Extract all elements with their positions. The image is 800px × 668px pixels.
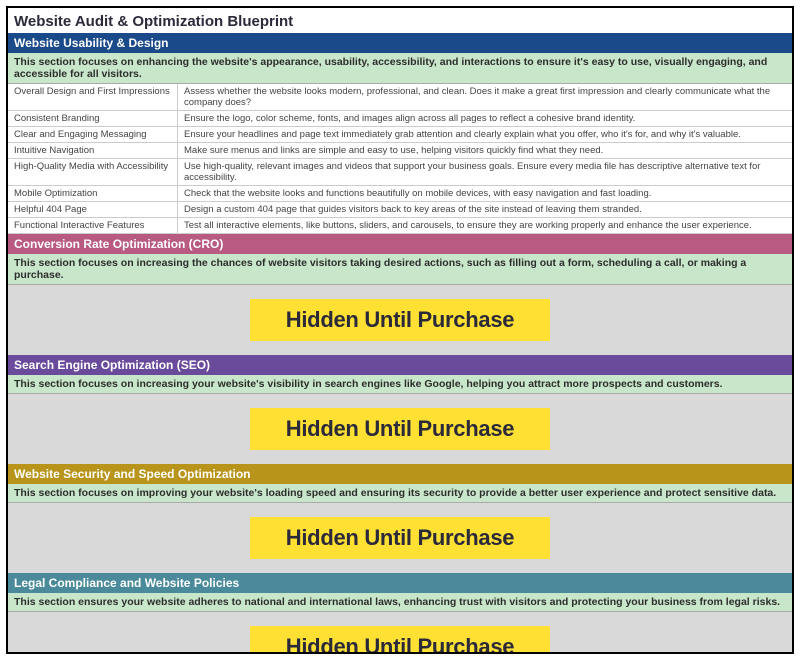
hidden-badge: Hidden Until Purchase — [250, 408, 550, 450]
section-header: Website Usability & Design — [8, 33, 792, 53]
hidden-badge: Hidden Until Purchase — [250, 626, 550, 654]
section-description: This section focuses on improving your w… — [8, 484, 792, 503]
table-row: Mobile Optimization Check that the websi… — [8, 186, 792, 202]
row-label: High-Quality Media with Accessibility — [8, 159, 178, 185]
page-title: Website Audit & Optimization Blueprint — [8, 8, 792, 33]
row-label: Clear and Engaging Messaging — [8, 127, 178, 142]
table-row: Clear and Engaging Messaging Ensure your… — [8, 127, 792, 143]
section-description: This section ensures your website adhere… — [8, 593, 792, 612]
document-page: Website Audit & Optimization Blueprint W… — [6, 6, 794, 654]
table-row: High-Quality Media with Accessibility Us… — [8, 159, 792, 186]
section-header: Website Security and Speed Optimization — [8, 464, 792, 484]
hidden-content-area: Hidden Until Purchase — [8, 503, 792, 573]
section-security-speed: Website Security and Speed Optimization … — [8, 464, 792, 573]
section-cro: Conversion Rate Optimization (CRO) This … — [8, 234, 792, 355]
section-usability: Website Usability & Design This section … — [8, 33, 792, 234]
row-label: Overall Design and First Impressions — [8, 84, 178, 110]
row-value: Design a custom 404 page that guides vis… — [178, 202, 792, 217]
hidden-badge: Hidden Until Purchase — [250, 299, 550, 341]
table-row: Consistent Branding Ensure the logo, col… — [8, 111, 792, 127]
row-value: Ensure your headlines and page text imme… — [178, 127, 792, 142]
table-row: Intuitive Navigation Make sure menus and… — [8, 143, 792, 159]
row-value: Make sure menus and links are simple and… — [178, 143, 792, 158]
hidden-content-area: Hidden Until Purchase — [8, 394, 792, 464]
section-description: This section focuses on enhancing the we… — [8, 53, 792, 84]
row-value: Test all interactive elements, like butt… — [178, 218, 792, 233]
row-label: Consistent Branding — [8, 111, 178, 126]
table-row: Overall Design and First Impressions Ass… — [8, 84, 792, 111]
hidden-content-area: Hidden Until Purchase — [8, 612, 792, 654]
row-label: Helpful 404 Page — [8, 202, 178, 217]
hidden-badge: Hidden Until Purchase — [250, 517, 550, 559]
section-rows: Overall Design and First Impressions Ass… — [8, 84, 792, 234]
section-header: Legal Compliance and Website Policies — [8, 573, 792, 593]
table-row: Helpful 404 Page Design a custom 404 pag… — [8, 202, 792, 218]
section-description: This section focuses on increasing your … — [8, 375, 792, 394]
hidden-content-area: Hidden Until Purchase — [8, 285, 792, 355]
section-description: This section focuses on increasing the c… — [8, 254, 792, 285]
section-seo: Search Engine Optimization (SEO) This se… — [8, 355, 792, 464]
row-label: Intuitive Navigation — [8, 143, 178, 158]
section-legal: Legal Compliance and Website Policies Th… — [8, 573, 792, 654]
row-value: Check that the website looks and functio… — [178, 186, 792, 201]
section-header: Search Engine Optimization (SEO) — [8, 355, 792, 375]
row-label: Mobile Optimization — [8, 186, 178, 201]
row-value: Assess whether the website looks modern,… — [178, 84, 792, 110]
section-header: Conversion Rate Optimization (CRO) — [8, 234, 792, 254]
table-row: Functional Interactive Features Test all… — [8, 218, 792, 234]
row-value: Ensure the logo, color scheme, fonts, an… — [178, 111, 792, 126]
row-label: Functional Interactive Features — [8, 218, 178, 233]
row-value: Use high-quality, relevant images and vi… — [178, 159, 792, 185]
